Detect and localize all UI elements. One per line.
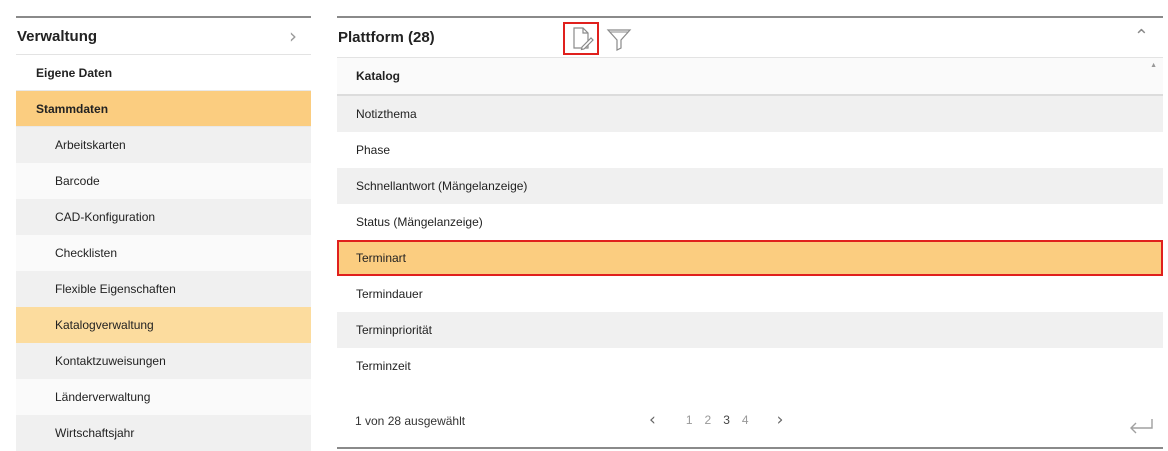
column-header-katalog[interactable]: Katalog ▲ — [337, 58, 1163, 96]
page-3[interactable]: 3 — [723, 413, 730, 427]
sidebar-item-checklisten[interactable]: Checklisten — [16, 235, 311, 271]
table-row-selected[interactable]: Terminart — [337, 240, 1163, 276]
return-icon[interactable] — [1127, 416, 1155, 439]
table-row[interactable]: Phase — [337, 132, 1163, 168]
column-header-label: Katalog — [356, 69, 401, 83]
table-row[interactable]: Terminpriorität — [337, 312, 1163, 348]
sidebar: Verwaltung › Eigene Daten Stammdaten Arb… — [16, 16, 311, 451]
panel-title: Plattform (28) — [338, 29, 435, 46]
table-row[interactable]: Notizthema — [337, 96, 1163, 132]
chevron-left-icon[interactable]: ‹ — [649, 410, 656, 430]
table-row[interactable]: Status (Mängelanzeige) — [337, 204, 1163, 240]
return-arrow-icon — [1130, 419, 1153, 434]
catalog-panel: Plattform (28) ⌃ Katalog ▲ Notizthema Ph… — [337, 16, 1163, 449]
chevron-right-icon[interactable]: › — [777, 410, 784, 430]
panel-header: Plattform (28) ⌃ — [337, 18, 1163, 58]
catalog-table: Katalog ▲ Notizthema Phase Schnellantwor… — [337, 58, 1163, 384]
table-footer: 1 von 28 ausgewählt ‹ 1 2 3 4 › — [337, 398, 1163, 448]
sort-asc-icon[interactable]: ▲ — [1150, 62, 1157, 69]
sidebar-item-kontaktzuweisungen[interactable]: Kontaktzuweisungen — [16, 343, 311, 379]
sidebar-header[interactable]: Verwaltung › — [16, 18, 311, 55]
selection-status: 1 von 28 ausgewählt — [355, 414, 466, 428]
chevron-right-icon[interactable]: › — [289, 26, 297, 46]
sidebar-item-katalogverwaltung[interactable]: Katalogverwaltung — [16, 307, 311, 343]
sidebar-item-wirtschaftsjahr[interactable]: Wirtschaftsjahr — [16, 415, 311, 451]
chevron-up-icon[interactable]: ⌃ — [1134, 26, 1149, 47]
table-row[interactable]: Schnellantwort (Mängelanzeige) — [337, 168, 1163, 204]
sidebar-title: Verwaltung — [17, 27, 98, 45]
page-4[interactable]: 4 — [742, 413, 749, 427]
filter-icon — [606, 28, 632, 51]
sidebar-item-arbeitskarten[interactable]: Arbeitskarten — [16, 127, 311, 163]
page-2[interactable]: 2 — [705, 413, 712, 427]
filter-button[interactable] — [601, 22, 637, 55]
pagination: ‹ 1 2 3 4 › — [649, 410, 783, 430]
sidebar-section-stammdaten[interactable]: Stammdaten — [16, 91, 311, 127]
table-row[interactable]: Terminzeit — [337, 348, 1163, 384]
page-1[interactable]: 1 — [686, 413, 693, 427]
panel-bottom-divider — [337, 447, 1163, 449]
document-edit-icon — [573, 26, 594, 50]
sidebar-item-cad-konfiguration[interactable]: CAD-Konfiguration — [16, 199, 311, 235]
sidebar-section-eigene-daten[interactable]: Eigene Daten — [16, 55, 311, 91]
table-row[interactable]: Termindauer — [337, 276, 1163, 312]
edit-button[interactable] — [563, 22, 599, 55]
sidebar-item-flexible-eigenschaften[interactable]: Flexible Eigenschaften — [16, 271, 311, 307]
sidebar-item-barcode[interactable]: Barcode — [16, 163, 311, 199]
sidebar-item-laenderverwaltung[interactable]: Länderverwaltung — [16, 379, 311, 415]
